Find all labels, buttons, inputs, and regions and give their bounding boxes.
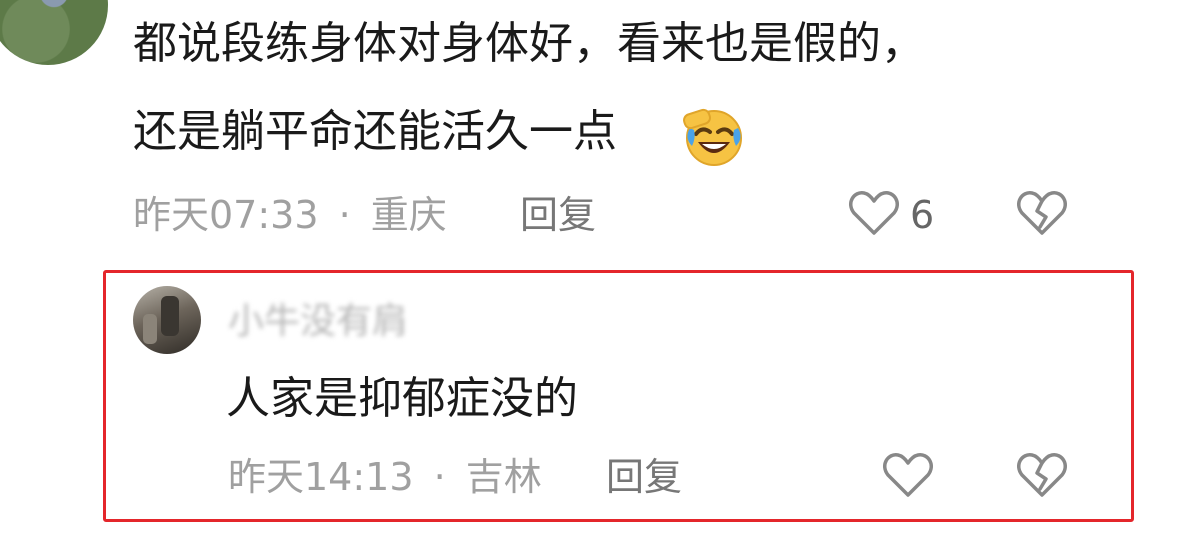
reply-reply-button[interactable]: 回复: [606, 455, 682, 499]
like-count: 6: [910, 193, 935, 237]
comment-meta: 昨天07:33 · 重庆: [133, 193, 447, 237]
comment-text-line-1: 都说段练身体对身体好，看来也是假的，: [133, 18, 925, 69]
heart-outline-icon[interactable]: [882, 451, 934, 499]
comment-location: 重庆: [370, 193, 447, 237]
comment-text-line-2: 还是躺平命还能活久一点: [133, 106, 617, 157]
broken-heart-icon[interactable]: [1016, 189, 1068, 237]
comment-reply-button[interactable]: 回复: [520, 193, 596, 237]
commenter-avatar[interactable]: [0, 0, 108, 65]
avatar-figure: [143, 314, 157, 344]
heart-outline-icon[interactable]: [848, 189, 900, 237]
reply-location: 吉林: [465, 455, 542, 499]
reply-text: 人家是抑郁症没的: [226, 373, 578, 424]
meta-separator: ·: [338, 193, 351, 237]
comment-time: 昨天07:33: [133, 193, 319, 237]
reply-avatar[interactable]: [133, 286, 201, 354]
meta-separator: ·: [433, 455, 446, 499]
broken-heart-icon[interactable]: [1016, 451, 1068, 499]
reply-username[interactable]: 小牛没有肩: [228, 298, 408, 346]
avatar-figure: [161, 296, 179, 336]
reply-time: 昨天14:13: [228, 455, 414, 499]
laughing-crying-emoji-icon: [683, 108, 742, 166]
reply-meta: 昨天14:13 · 吉林: [228, 455, 542, 499]
